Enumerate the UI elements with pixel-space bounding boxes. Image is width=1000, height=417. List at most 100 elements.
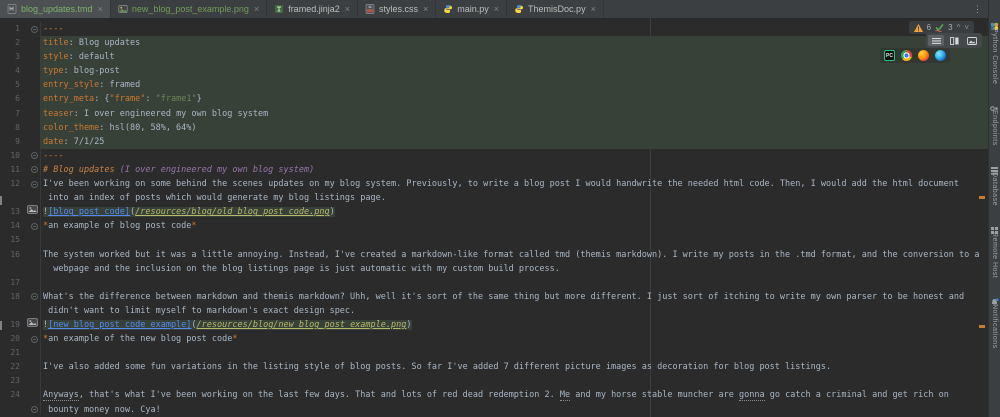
database-icon [990,160,999,175]
gutter-cell [20,36,40,50]
scrollbar-warning-mark[interactable] [979,196,985,199]
tool-window-button-notifications[interactable]: Notifications [990,292,999,349]
firefox-browser-icon[interactable] [918,50,929,61]
fold-marker-icon[interactable] [31,25,38,33]
editor-line-13[interactable]: 13 ![blog post code](/resources/blog/old_… [0,205,988,219]
fold-marker-icon[interactable] [31,222,38,230]
line-text: *an example of the new blog post code* [40,332,988,346]
line-text [40,346,988,360]
editor-line-7[interactable]: 7 teaser: I over engineered my own blog s… [0,106,988,121]
editor-line-14[interactable]: 14 *an example of blog post code* [0,219,988,233]
view-mode-editor-only-button[interactable] [928,35,944,46]
view-mode-preview-only-button[interactable] [964,35,980,46]
code-segment: : 7/1/25 [63,136,105,147]
editor-line-17[interactable]: 17 [0,276,988,290]
editor-line-3[interactable]: 3 style: default [0,50,988,65]
image-preview-gutter-icon[interactable] [27,318,38,332]
remote-host-icon [990,220,999,235]
code-segment: I've been working on some behind the sce… [43,179,960,190]
tool-window-button-endpoints[interactable]: Endpoints [990,98,999,146]
tab-close-icon[interactable]: × [344,4,350,14]
fold-marker-icon[interactable] [31,293,38,301]
editor-line-12[interactable]: 12 I've been working on some behind the s… [0,177,988,191]
gutter-cell [20,262,40,276]
editor-line-19[interactable]: 19 ![new blog post code example](/resourc… [0,318,988,332]
image-preview-gutter-icon[interactable] [27,205,38,219]
scrollbar-warning-mark[interactable] [979,325,985,328]
editor-line-23[interactable]: 23 [0,374,988,388]
line-text: style: default [40,50,988,64]
tab-close-icon[interactable]: × [97,4,103,14]
editor-line-1[interactable]: 1 ---- [0,22,988,36]
tool-window-button-remote-host[interactable]: Remote Host [990,220,999,278]
editor-line-4[interactable]: 4 type: blog-post [0,64,988,79]
tool-window-button-python-console[interactable]: Python Console [990,16,999,84]
chrome-browser-icon[interactable] [901,50,912,61]
editor-line-18[interactable]: 18 What's the difference between markdown… [0,290,988,304]
fold-marker-icon[interactable] [31,335,38,343]
code-segment: ) [406,319,412,330]
tab-close-icon[interactable]: × [493,4,499,14]
line-number: 21 [10,348,20,358]
editor-line-11[interactable]: 11 # Blog updates (I over engineered my o… [0,163,988,177]
gutter-cell [20,276,40,290]
editor-line-9[interactable]: 9 date: 7/1/25 [0,134,988,149]
line-text [40,233,988,247]
gutter-cell [20,219,40,233]
editor-line-wrap[interactable]: into an index of posts which would gener… [0,191,988,205]
editor-line-2[interactable]: 2 title: Blog updates [0,36,988,51]
fold-marker-icon[interactable] [31,406,38,414]
code-editor[interactable]: 1 ---- 2 title: Blog updates 3 style: default… [0,18,988,417]
tab-new_blog_post_example.png[interactable]: new_blog_post_example.png × [111,0,268,18]
editor-line-24[interactable]: 24 Anyways, that's what I've been working… [0,388,988,402]
line-text: webpage and the inclusion on the blog li… [40,262,988,276]
tab-close-icon[interactable]: × [590,4,596,14]
editor-line-6[interactable]: 6 entry_meta: {"frame": "frame1"} [0,92,988,107]
tool-window-button-database[interactable]: Database [990,160,999,206]
gutter-cell [20,290,40,304]
tool-window-label: Remote Host [991,232,998,279]
fold-marker-icon[interactable] [31,180,38,188]
editor-line-15[interactable]: 15 [0,233,988,247]
code-segment: Me [559,390,571,402]
editor-line-5[interactable]: 5 entry_style: framed [0,78,988,93]
editor-rows: 1 ---- 2 title: Blog updates 3 style: default… [0,22,988,417]
tab-styles.css[interactable]: styles.css × [358,0,437,18]
pycharm-browser-icon[interactable]: PC [884,50,895,61]
tab-options-icon[interactable]: ⋮ [967,0,988,18]
typo-icon [935,23,944,32]
tab-close-icon[interactable]: × [253,4,259,14]
prev-problem-icon[interactable]: ^ [957,23,961,32]
tab-framed.jinja2[interactable]: framed.jinja2 × [267,0,358,18]
tab-ThemisDoc.py[interactable]: ThemisDoc.py × [507,0,604,18]
editor-line-wrap[interactable]: webpage and the inclusion on the blog li… [0,262,988,276]
editor-line-21[interactable]: 21 [0,346,988,360]
tab-blog_updates.tmd[interactable]: blog_updates.tmd × [0,0,111,18]
view-mode-editor-and-preview-button[interactable] [946,35,962,46]
editor-line-wrap[interactable]: didn't want to limit myself to markdown'… [0,304,988,318]
next-problem-icon[interactable]: ˅ [964,23,969,32]
line-number: 20 [10,334,20,344]
line-number: 22 [10,362,20,372]
editor-line-wrap[interactable]: bounty money now. Cya! [0,403,988,417]
line-number: 19 [10,319,20,329]
line-number: 16 [10,249,20,259]
editor-line-8[interactable]: 8 color_theme: hsl(80, 58%, 64%) [0,120,988,135]
edge-browser-icon[interactable] [935,50,946,61]
tab-main.py[interactable]: main.py × [436,0,508,18]
code-segment: color_theme [43,122,100,133]
editor-line-22[interactable]: 22 I've also added some fun variations in… [0,360,988,374]
tab-label: framed.jinja2 [288,4,340,14]
line-text: The system worked but it was a little an… [40,248,988,262]
code-segment: didn't want to limit myself to markdown'… [43,305,356,316]
editor-line-10[interactable]: 10 ---- [0,149,988,163]
line-number: 7 [15,108,20,118]
image-file-icon [118,4,128,14]
editor-line-20[interactable]: 20 *an example of the new blog post code* [0,332,988,346]
fold-marker-icon[interactable] [31,152,38,160]
fold-marker-icon[interactable] [31,166,38,174]
python-file-icon [443,4,453,14]
tab-close-icon[interactable]: × [422,4,428,14]
gutter-cell [20,22,40,36]
editor-line-16[interactable]: 16 The system worked but it was a little … [0,248,988,262]
